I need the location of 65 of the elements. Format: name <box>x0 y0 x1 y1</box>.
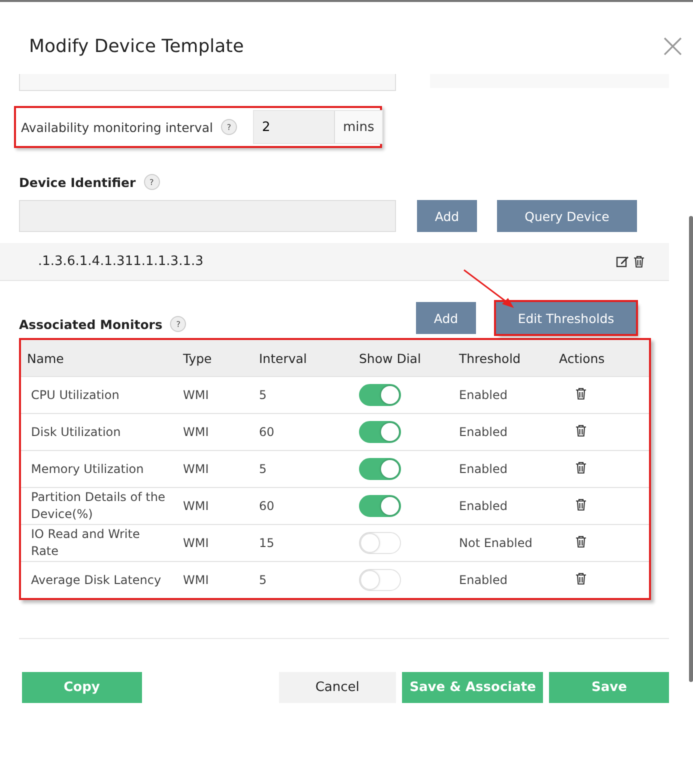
toggle-switch[interactable] <box>359 495 401 517</box>
table-cell: WMI <box>177 450 253 488</box>
table-cell: 5 <box>253 450 353 488</box>
delete-icon[interactable] <box>633 255 645 268</box>
footer-button[interactable]: Copy <box>22 672 142 703</box>
unit-label: mins <box>334 111 382 143</box>
footer-button[interactable]: Cancel <box>278 672 396 703</box>
table-cell: Average Disk Latency <box>21 562 177 598</box>
column-header: Show Dial <box>353 340 453 376</box>
input-field[interactable] <box>19 200 396 232</box>
section-title: Associated Monitors <box>19 316 162 332</box>
scrollbar[interactable] <box>689 216 693 682</box>
column-header: Threshold <box>453 340 553 376</box>
table-cell: WMI <box>177 488 253 524</box>
toggle-switch[interactable] <box>359 458 401 480</box>
table-cell: Enabled <box>453 450 553 488</box>
help-icon[interactable]: ? <box>144 174 160 190</box>
action-button[interactable]: Query Device <box>497 200 637 232</box>
input-field[interactable] <box>19 74 396 91</box>
table-cell: 15 <box>253 524 353 562</box>
table-cell: 60 <box>253 414 353 450</box>
column-header: Name <box>21 340 177 376</box>
table-cell: IO Read and Write Rate <box>21 524 177 562</box>
table-cell: 5 <box>253 562 353 598</box>
action-button[interactable]: Edit Thresholds <box>496 302 636 334</box>
table-cell: WMI <box>177 562 253 598</box>
table-cell: Disk Utilization <box>21 414 177 450</box>
toggle-switch[interactable] <box>359 384 401 406</box>
table-cell: Partition Details of the Device(%) <box>21 488 177 524</box>
help-icon[interactable]: ? <box>220 119 237 135</box>
help-icon[interactable]: ? <box>170 316 186 332</box>
table-cell: Enabled <box>453 376 553 414</box>
field-label: Availability monitoring interval <box>21 120 213 134</box>
table-cell: WMI <box>177 376 253 414</box>
action-button[interactable]: Add <box>416 302 476 334</box>
toggle-switch[interactable] <box>359 421 401 443</box>
footer-button[interactable]: Save <box>549 672 669 703</box>
interval-input[interactable]: 2 <box>254 111 335 143</box>
delete-icon[interactable] <box>575 535 587 548</box>
table-cell: Not Enabled <box>453 524 553 562</box>
edit-icon[interactable] <box>616 255 629 268</box>
footer-button[interactable]: Save & Associate <box>402 672 544 703</box>
delete-icon[interactable] <box>575 387 587 400</box>
delete-icon[interactable] <box>575 498 587 511</box>
dialog-title: Modify Device Template <box>29 36 244 56</box>
table-cell: Enabled <box>453 488 553 524</box>
table-cell: 60 <box>253 488 353 524</box>
delete-icon[interactable] <box>575 572 587 585</box>
table-cell: Memory Utilization <box>21 450 177 488</box>
table-cell: 5 <box>253 376 353 414</box>
delete-icon[interactable] <box>575 461 587 474</box>
oid-text: .1.3.6.1.4.1.311.1.1.3.1.3 <box>38 254 204 269</box>
list-row[interactable]: .1.3.6.1.4.1.311.1.1.3.1.3 <box>0 243 669 281</box>
column-header: Interval <box>253 340 353 376</box>
action-button[interactable]: Add <box>417 200 477 232</box>
column-header: Actions <box>553 340 649 376</box>
delete-icon[interactable] <box>575 424 587 437</box>
table-cell: WMI <box>177 524 253 562</box>
table-cell: Enabled <box>453 562 553 598</box>
column-header: Type <box>177 340 253 376</box>
close-button[interactable]: × <box>658 29 687 63</box>
table-cell: WMI <box>177 414 253 450</box>
section-title: Device Identifier <box>19 174 136 190</box>
table-cell: Enabled <box>453 414 553 450</box>
table-cell: CPU Utilization <box>21 376 177 414</box>
